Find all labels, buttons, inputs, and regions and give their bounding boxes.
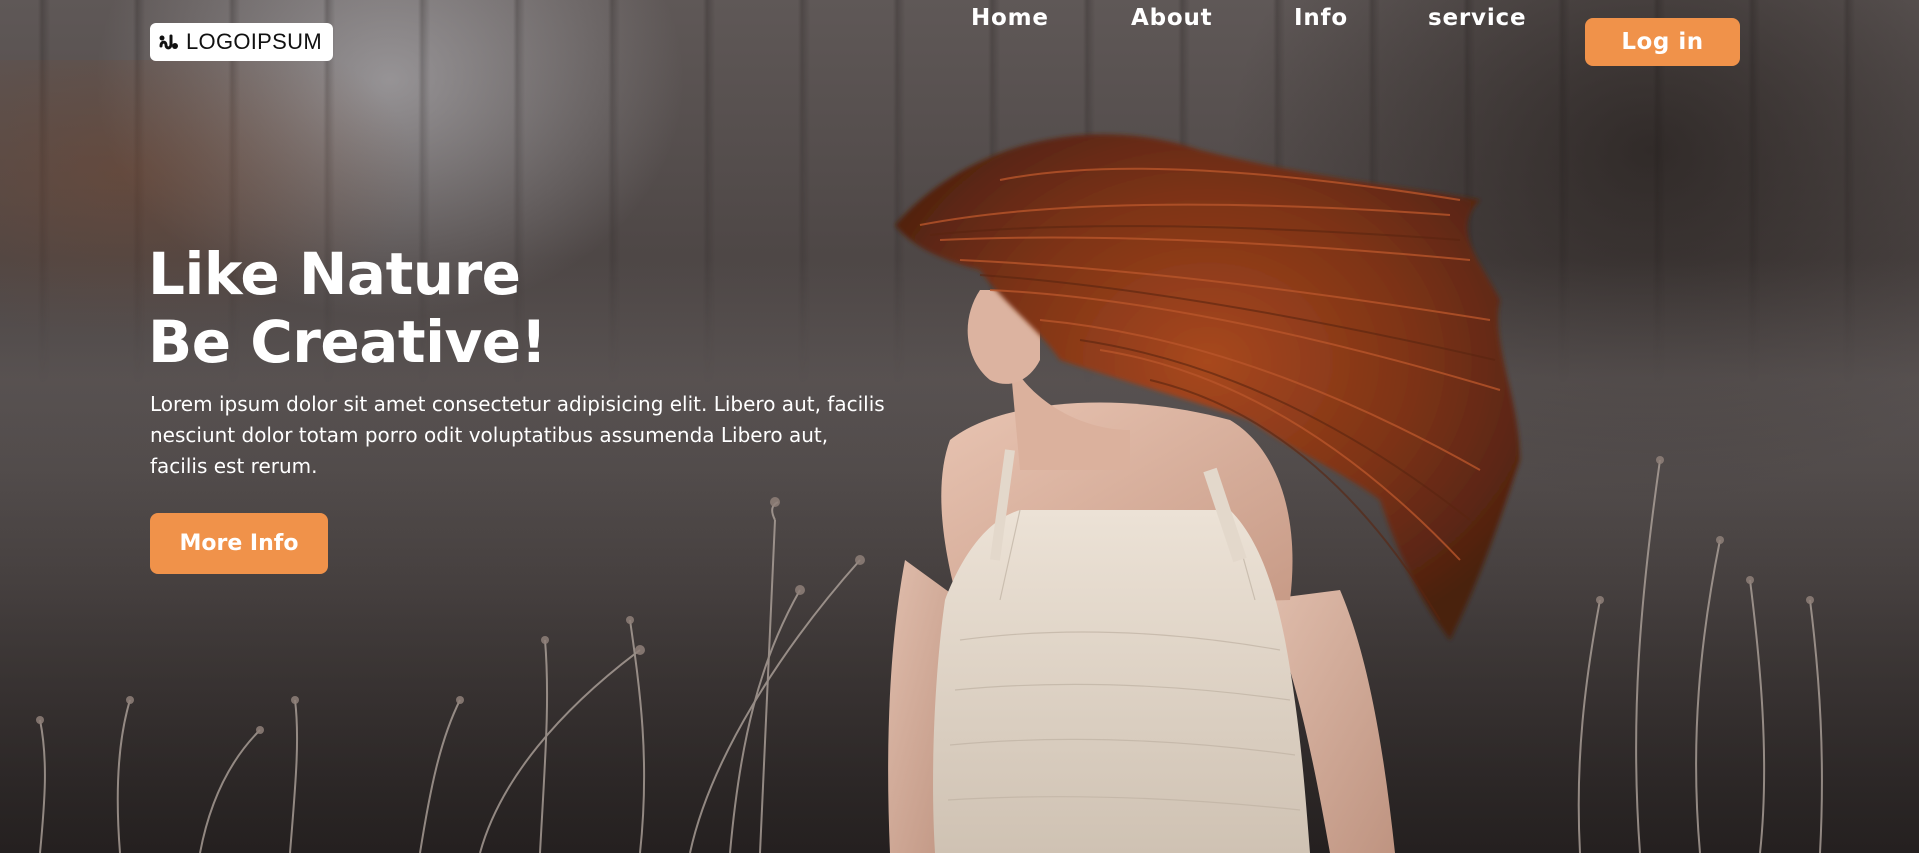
login-button[interactable]: Log in <box>1585 18 1740 66</box>
nav-link-home[interactable]: Home <box>971 0 1049 42</box>
hero-section: LOGOIPSUM Home About Info service Log in… <box>0 0 1919 853</box>
hero-description: Lorem ipsum dolor sit amet consectetur a… <box>150 392 885 478</box>
nav-link-info[interactable]: Info <box>1294 0 1348 42</box>
nav-link-service[interactable]: service <box>1428 0 1526 42</box>
nav-link-about[interactable]: About <box>1131 0 1212 42</box>
logo[interactable]: LOGOIPSUM <box>150 23 333 61</box>
logo-mark-icon <box>159 34 178 50</box>
hero-title-line-2: Be Creative! <box>148 308 547 376</box>
hero-title-line-1: Like Nature <box>148 240 521 308</box>
more-info-button[interactable]: More Info <box>150 513 328 574</box>
hero-title: Like Nature Be Creative! <box>148 240 547 376</box>
logo-text: LOGOIPSUM <box>186 29 322 54</box>
